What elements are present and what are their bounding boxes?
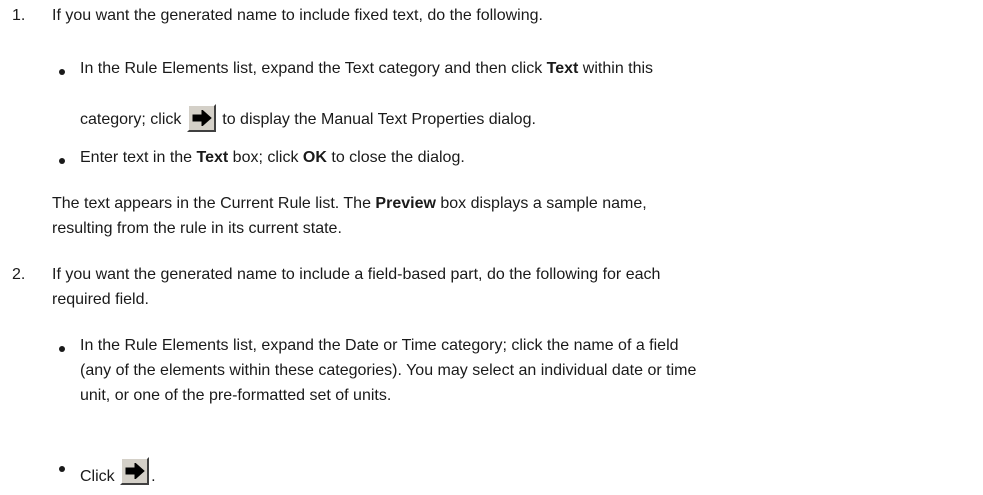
bullet-marker [59, 158, 65, 164]
right-arrow-icon [125, 463, 145, 479]
bullet-text-segment: to close the dialog. [326, 149, 465, 166]
paragraph-text-segment: The text appears in the Current Rule lis… [52, 195, 376, 212]
bullet-text: In the Rule Elements list, expand the Da… [80, 337, 679, 354]
step-intro: required field. [52, 291, 149, 308]
paragraph-bold-term: Preview [375, 195, 436, 212]
bullet-bold-term: OK [302, 149, 327, 166]
bullet-text: In the Rule Elements list, expand the Te… [80, 60, 653, 78]
bullet-text-segment: box; click [228, 149, 303, 166]
right-arrow-icon [192, 110, 212, 126]
add-element-button[interactable] [186, 104, 216, 132]
bullet-marker [59, 346, 65, 352]
step-intro: If you want the generated name to includ… [52, 7, 543, 24]
bullet-text-segment: . [151, 468, 156, 485]
bullet-text-segment: to display the Manual Text Properties di… [217, 111, 536, 128]
bullet-text-segment: In the Rule Elements list, expand the Te… [80, 60, 547, 77]
result-paragraph: The text appears in the Current Rule lis… [52, 195, 647, 213]
bullet-text-segment: category; click [80, 111, 186, 128]
result-paragraph-line: resulting from the rule in its current s… [52, 220, 342, 237]
bullet-text-segment: Enter text in the [80, 149, 197, 166]
step-number: 2. [12, 266, 26, 283]
bullet-text: Enter text in the Text box; click OK to … [80, 149, 465, 167]
step-number: 1. [12, 7, 26, 24]
add-element-button[interactable] [120, 457, 150, 485]
bullet-bold-term: Text [196, 149, 229, 166]
bullet-text: Click . [80, 457, 156, 486]
bullet-text-segment: Click [80, 468, 120, 485]
bullet-text: category; click to display the Manual Te… [80, 104, 536, 132]
bullet-text: (any of the elements within these catego… [80, 362, 697, 379]
paragraph-text-segment: box displays a sample name, [435, 195, 647, 212]
bullet-marker [59, 466, 65, 472]
bullet-bold-term: Text [546, 60, 579, 77]
bullet-text-segment: within this [578, 60, 654, 77]
step-intro: If you want the generated name to includ… [52, 266, 661, 283]
bullet-text: unit, or one of the pre-formatted set of… [80, 387, 392, 404]
bullet-marker [59, 69, 65, 75]
